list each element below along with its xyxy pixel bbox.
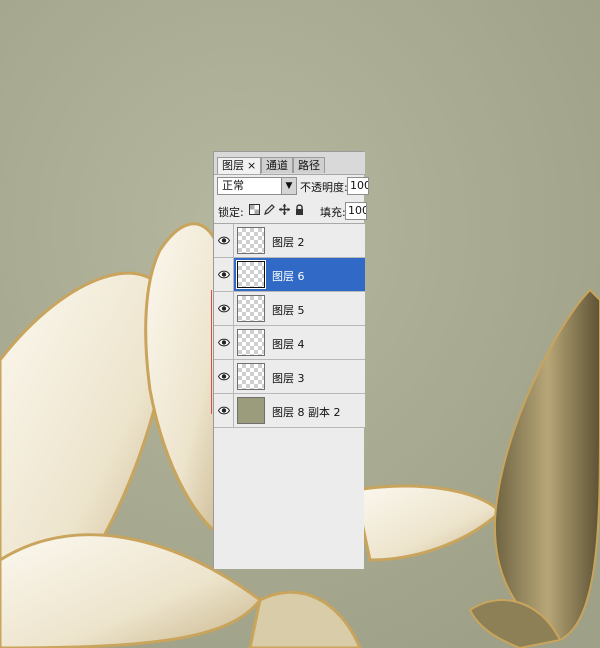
layer-thumbnail xyxy=(237,397,265,424)
layer-list: 图层 2 图层 6 图层 5 图层 4 图层 3 图层 8 副本 2 xyxy=(214,223,365,428)
tab-paths-label: 路径 xyxy=(298,159,320,172)
visibility-toggle[interactable] xyxy=(214,258,234,291)
visibility-toggle[interactable] xyxy=(214,360,234,393)
lock-image-icon[interactable] xyxy=(264,204,275,215)
layer-row[interactable]: 图层 4 xyxy=(214,326,365,360)
layer-row[interactable]: 图层 2 xyxy=(214,224,365,258)
blend-mode-select[interactable]: 正常 ▼ xyxy=(217,177,297,195)
fill-input[interactable]: 100 xyxy=(345,202,367,220)
visibility-toggle[interactable] xyxy=(214,292,234,325)
lock-transparent-icon[interactable] xyxy=(249,204,260,215)
opacity-label: 不透明度: xyxy=(300,181,348,194)
layer-thumbnail xyxy=(236,260,266,289)
layer-name: 图层 2 xyxy=(272,236,305,249)
layers-panel: 图层 × 通道 路径 正常 ▼ 不透明度: 100 锁定: 填充: 100 图层… xyxy=(213,151,369,569)
tab-channels-label: 通道 xyxy=(266,159,288,172)
tab-close-icon[interactable]: × xyxy=(247,159,256,172)
layer-thumbnail xyxy=(237,329,265,356)
selection-marker-line xyxy=(211,290,212,414)
lock-all-icon[interactable] xyxy=(294,204,305,215)
visibility-toggle[interactable] xyxy=(214,224,234,257)
tab-layers-label: 图层 xyxy=(222,159,244,172)
layer-name: 图层 5 xyxy=(272,304,305,317)
visibility-toggle[interactable] xyxy=(214,326,234,359)
eye-icon[interactable] xyxy=(218,270,230,279)
layer-name: 图层 4 xyxy=(272,338,305,351)
eye-icon[interactable] xyxy=(218,236,230,245)
layer-thumbnail xyxy=(237,295,265,322)
layer-row[interactable]: 图层 8 副本 2 xyxy=(214,394,365,428)
opacity-input[interactable]: 100 xyxy=(347,177,369,195)
layer-thumbnail xyxy=(237,363,265,390)
layer-row[interactable]: 图层 3 xyxy=(214,360,365,394)
layer-thumbnail xyxy=(237,227,265,254)
chevron-down-icon[interactable]: ▼ xyxy=(281,178,296,194)
eye-icon[interactable] xyxy=(218,372,230,381)
panel-tab-bar: 图层 × 通道 路径 xyxy=(214,152,365,175)
fill-label: 填充: xyxy=(320,206,346,219)
layer-row-selected[interactable]: 图层 6 xyxy=(214,258,365,292)
layer-row[interactable]: 图层 5 xyxy=(214,292,365,326)
lock-fill-row: 锁定: 填充: 100 xyxy=(218,202,368,220)
layer-name: 图层 3 xyxy=(272,372,305,385)
eye-icon[interactable] xyxy=(218,338,230,347)
layer-name: 图层 6 xyxy=(272,270,305,283)
lock-position-icon[interactable] xyxy=(279,204,290,215)
visibility-toggle[interactable] xyxy=(214,394,234,427)
eye-icon[interactable] xyxy=(218,406,230,415)
tab-layers[interactable]: 图层 × xyxy=(217,157,262,174)
blend-mode-value: 正常 xyxy=(222,179,244,192)
layer-name: 图层 8 副本 2 xyxy=(272,406,341,419)
tab-channels[interactable]: 通道 xyxy=(261,157,293,173)
eye-icon[interactable] xyxy=(218,304,230,313)
tab-paths[interactable]: 路径 xyxy=(293,157,325,173)
lock-label: 锁定: xyxy=(218,206,244,219)
